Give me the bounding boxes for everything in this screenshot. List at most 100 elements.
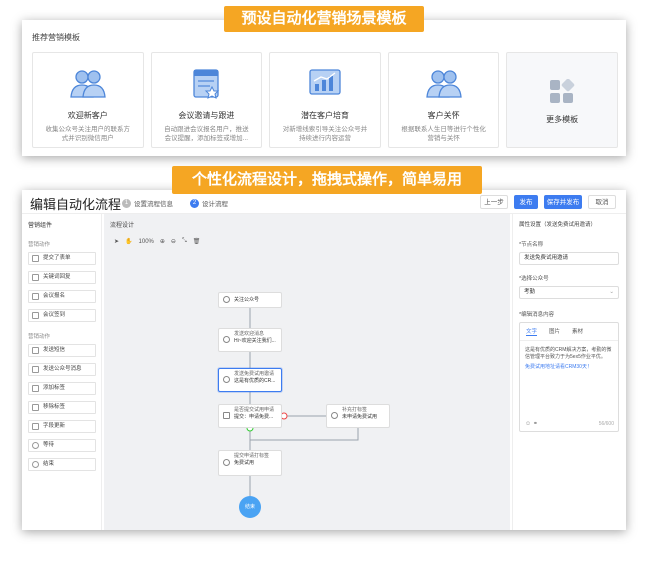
tag-icon [223,459,230,466]
flow-editor-panel: 编辑自动化流程 1 设置流程信息 2 设计流程 上一步 发布 保存并发布 取消 … [22,190,626,530]
property-panel: 属性设置（发送免费试用邀请） *节点名称 发送免费试用邀请 *选择公众号 考勤 … [512,214,626,530]
publish-button[interactable]: 发布 [514,195,538,209]
tab-material[interactable]: 素材 [572,327,583,336]
component-meeting-checkin[interactable]: 会议签到 [28,309,96,322]
component-field-update[interactable]: 字段更新 [28,420,96,433]
template-card-care[interactable]: 客户关怀 根据联系人生日等进行个性化 营销与关怀 [387,52,500,148]
template-panel: 推荐营销模板 欢迎新客户 收集公众号关注用户的联系方 式并识别微信用户 会议邀请… [22,20,626,156]
step-2[interactable]: 2 设计流程 [190,198,228,208]
tab-text[interactable]: 文字 [526,327,538,336]
card-desc: 收集公众号关注用户的联系方 式并识别微信用户 [33,125,143,143]
message-link[interactable]: 免费试用地址请看CRM30天！ [520,361,618,371]
template-panel-title: 推荐营销模板 [32,33,80,42]
template-card-meeting[interactable]: 会议邀请与跟进 自动跟进会议报名用户，推送 会议提醒，添加标签或增加... [150,52,263,148]
tag-icon [331,412,338,419]
tab-image[interactable]: 图片 [549,327,560,336]
component-remove-tag[interactable]: 移除标签 [28,401,96,414]
component-label: 提交了表单 [43,255,71,261]
section-label: 营销动作 [28,242,51,248]
step-number: 2 [190,198,199,208]
link-icon[interactable]: ⚭ [533,421,538,427]
message-editor[interactable]: 文字 图片 素材 这是有优质的CRM解决方案，考勤的微信管理平台致力于为5ex5… [519,322,619,432]
chevron-down-icon: ⌄ [609,289,614,295]
component-wait[interactable]: 等待 [28,439,96,452]
component-label: 等待 [43,442,55,448]
component-label: 字段更新 [43,423,66,429]
clock-icon [32,442,39,449]
template-card-nurture[interactable]: 潜在客户培育 对新增线索引导关注公众号并 持续进行内容运营 [269,52,381,148]
card-desc-line: 营销与关怀 [427,135,460,142]
field-icon [32,423,39,430]
checkin-icon [32,312,39,319]
component-keyword-reply[interactable]: 关键词回复 [28,271,96,284]
card-title: 欢迎新客户 [67,111,108,120]
component-add-tag[interactable]: 添加标签 [28,382,96,395]
cancel-button[interactable]: 取消 [588,195,616,209]
card-desc: 根据联系人生日等进行个性化 营销与关怀 [389,125,499,143]
card-desc-line: 持续进行内容运营 [298,135,351,142]
form-icon [32,255,39,262]
template-card-more[interactable]: 更多模板 [506,52,618,148]
flow-node-follow[interactable]: 关注公众号 [218,292,282,308]
account-select[interactable]: 考勤 ⌄ [519,286,619,299]
users-icon [425,70,462,98]
card-desc: 对新增线索引导关注公众号并 持续进行内容运营 [270,125,380,143]
property-title: 属性设置（发送免费试用邀请） [519,222,597,228]
component-send-wechat[interactable]: 发送公众号消息 [28,363,96,376]
step-1[interactable]: 1 设置流程信息 [122,198,173,208]
message-icon [223,376,230,383]
component-meeting-signup[interactable]: 会议报名 [28,290,96,303]
card-title: 潜在客户培育 [300,111,349,120]
banner-flow-design: 个性化流程设计，拖拽式操作，简单易用 [172,166,482,194]
flow-node-welcome-msg[interactable]: 发送欢迎消息 Hi~欢迎关注我们... [218,328,282,352]
content-label: *编辑消息内容 [519,312,555,318]
component-label: 会议签到 [43,312,66,318]
account-value: 考勤 [524,289,536,295]
flow-canvas[interactable]: 流程设计 ➤ ✋ 100% ⊕ ⊖ ⤡ 🗑 关注公众号 发送欢迎消息 Hi~欢迎… [104,214,510,530]
users-icon [70,70,106,98]
account-label: *选择公众号 [519,276,549,282]
component-sidebar: 营销组件 营销动作 提交了表单 关键词回复 会议报名 会议签到 营销动作 发送短… [22,214,102,530]
component-label: 关键词回复 [43,274,71,280]
component-form-submit[interactable]: 提交了表单 [28,252,96,265]
card-desc-line: 对新增线索引导关注公众号并 [282,126,368,133]
template-cards: 欢迎新客户 收集公众号关注用户的联系方 式并识别微信用户 会议邀请与跟进 自动跟… [32,52,618,148]
message-icon [223,336,230,343]
component-label: 发送公众号消息 [43,366,82,372]
emoji-icon[interactable]: ☺ [525,421,531,427]
step-number: 1 [122,198,131,208]
flow-node-trial-invite[interactable]: 发送免费试用邀请 这是有优质的CR... [218,368,282,392]
card-title: 会议邀请与跟进 [178,111,235,120]
component-label: 结束 [43,461,55,467]
keyword-icon [32,274,39,281]
editor-tools: ☺ ⚭ [525,420,538,427]
flow-node-condition[interactable]: 是否提交试用申请 提交：申请免费... [218,404,282,428]
power-icon [32,461,39,468]
follow-icon [223,296,230,303]
flow-node-tag-yes[interactable]: 提交申请打标签 免费试用 [218,450,282,476]
flow-node-end[interactable]: 结束 [239,496,261,518]
component-send-sms[interactable]: 发送短信 [28,344,96,357]
step-label: 设置流程信息 [134,201,173,208]
card-desc-line: 自动跟进会议报名用户，推送 [164,126,249,133]
card-title: 更多模板 [546,115,579,124]
component-label: 会议报名 [43,293,66,299]
calendar-icon [32,293,39,300]
component-end[interactable]: 结束 [28,458,96,471]
card-title: 客户关怀 [427,111,460,120]
flow-connectors [246,308,359,496]
banner-templates: 预设自动化营销场景模板 [224,6,424,32]
component-label: 移除标签 [43,404,66,410]
message-text[interactable]: 这是有优质的CRM解决方案，考勤的微信管理平台致力于为5ex5作业平优。 [520,341,618,361]
flow-node-tag-no[interactable]: 补充打标签 未申请免费试用 [326,404,390,428]
screenshot-stage: 推荐营销模板 欢迎新客户 收集公众号关注用户的联系方 式并识别微信用户 会议邀请… [0,0,664,571]
card-desc-line: 根据联系人生日等进行个性化 [401,126,486,133]
editor-tabs: 文字 图片 素材 [520,323,618,341]
node-name-input[interactable]: 发送免费试用邀请 [519,252,619,265]
component-sidebar-title: 营销组件 [28,223,53,229]
template-card-welcome[interactable]: 欢迎新客户 收集公众号关注用户的联系方 式并识别微信用户 [32,52,144,148]
card-desc: 自动跟进会议报名用户，推送 会议提醒，添加标签或增加... [152,125,262,143]
component-label: 添加标签 [43,385,66,391]
prev-button[interactable]: 上一步 [480,195,508,209]
save-publish-button[interactable]: 保存并发布 [544,195,582,209]
